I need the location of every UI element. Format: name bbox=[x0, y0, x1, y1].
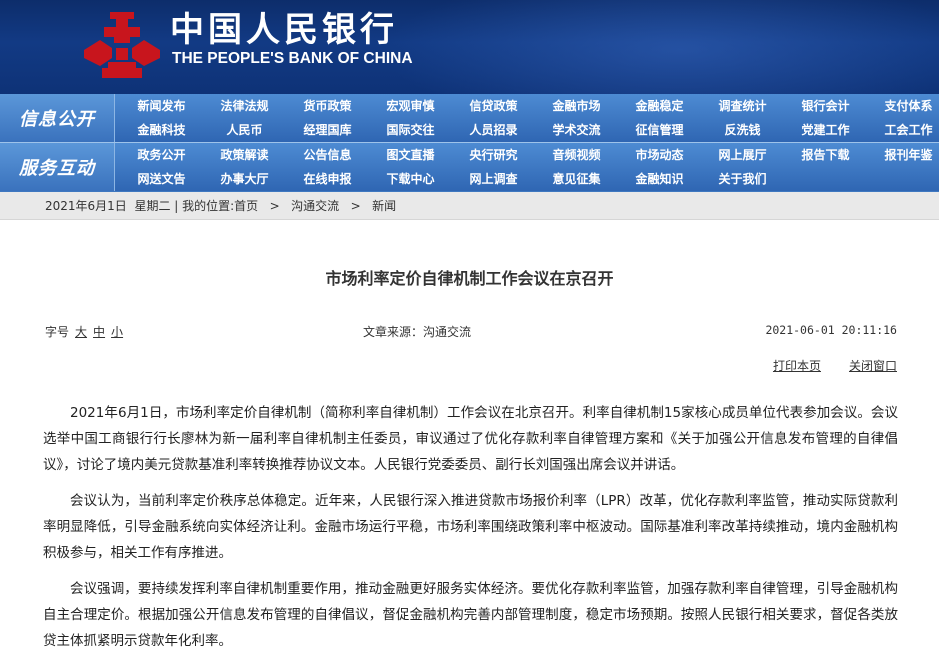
nav-link[interactable]: 办事大厅 bbox=[203, 167, 286, 191]
nav-link[interactable]: 网上调查 bbox=[452, 167, 535, 191]
article-meta: 字号大中小 文章来源：沟通交流 2021-06-01 20:11:16 bbox=[45, 323, 897, 341]
nav-link[interactable]: 网送文告 bbox=[120, 167, 203, 191]
close-window-link[interactable]: 关闭窗口 bbox=[849, 359, 897, 373]
nav-link[interactable]: 在线申报 bbox=[286, 167, 369, 191]
article-paragraph: 会议认为，当前利率定价秩序总体稳定。近年来，人民银行深入推进贷款市场报价利率（L… bbox=[43, 493, 898, 561]
nav-link[interactable]: 支付体系 bbox=[867, 94, 939, 118]
nav-link[interactable]: 央行研究 bbox=[452, 143, 535, 167]
nav-link[interactable]: 报告下载 bbox=[784, 143, 867, 167]
print-page-link[interactable]: 打印本页 bbox=[773, 359, 821, 373]
font-size-large-link[interactable]: 大 bbox=[75, 325, 87, 339]
header-glow bbox=[380, 0, 939, 94]
nav-section-service-interaction: 服务互动 政务公开 政策解读 公告信息 图文直播 央行研究 音频视频 市场动态 … bbox=[0, 143, 939, 191]
nav-link[interactable]: 经理国库 bbox=[286, 118, 369, 142]
article-paragraph: 会议强调，要持续发挥利率自律机制重要作用，推动金融更好服务实体经济。要优化存款利… bbox=[43, 581, 898, 649]
nav-link[interactable]: 法律法规 bbox=[203, 94, 286, 118]
nav-link[interactable]: 金融科技 bbox=[120, 118, 203, 142]
pboc-emblem-icon[interactable] bbox=[82, 10, 162, 82]
font-size-medium-link[interactable]: 中 bbox=[93, 325, 105, 339]
nav-link[interactable]: 银行会计 bbox=[784, 94, 867, 118]
nav-link[interactable]: 政策解读 bbox=[203, 143, 286, 167]
nav-link[interactable]: 学术交流 bbox=[535, 118, 618, 142]
nav-link[interactable]: 调查统计 bbox=[701, 94, 784, 118]
current-date: 2021年6月1日 星期二 bbox=[45, 199, 171, 213]
nav-row: 网送文告 办事大厅 在线申报 下载中心 网上调查 意见征集 金融知识 关于我们 bbox=[120, 167, 784, 191]
nav-link[interactable]: 意见征集 bbox=[535, 167, 618, 191]
nav-link[interactable]: 金融知识 bbox=[618, 167, 701, 191]
breadcrumb: 2021年6月1日 星期二 | 我的位置:首页 > 沟通交流 > 新闻 bbox=[0, 192, 939, 220]
nav-section-label: 服务互动 bbox=[0, 143, 115, 191]
nav-link[interactable]: 报刊年鉴 bbox=[867, 143, 939, 167]
nav-link[interactable]: 金融市场 bbox=[535, 94, 618, 118]
nav-link[interactable]: 新闻发布 bbox=[120, 94, 203, 118]
font-size-label: 字号 bbox=[45, 325, 70, 339]
article-date: 2021-06-01 20:11:16 bbox=[765, 323, 897, 337]
logo-chinese-text: 中国人民银行 bbox=[170, 10, 398, 50]
main-navigation: 信息公开 新闻发布 法律法规 货币政策 宏观审慎 信贷政策 金融市场 金融稳定 … bbox=[0, 94, 939, 192]
nav-link[interactable]: 人民币 bbox=[203, 118, 286, 142]
nav-link[interactable]: 金融稳定 bbox=[618, 94, 701, 118]
breadcrumb-news-link[interactable]: 新闻 bbox=[372, 199, 396, 213]
breadcrumb-separator: > bbox=[339, 199, 373, 213]
article-body: 2021年6月1日，市场利率定价自律机制（简称利率自律机制）工作会议在北京召开。… bbox=[43, 400, 898, 657]
site-header: 中国人民银行 THE PEOPLE'S BANK OF CHINA bbox=[0, 0, 939, 94]
nav-link[interactable]: 征信管理 bbox=[618, 118, 701, 142]
nav-link[interactable]: 工会工作 bbox=[867, 118, 939, 142]
nav-link[interactable]: 音频视频 bbox=[535, 143, 618, 167]
nav-link[interactable]: 公告信息 bbox=[286, 143, 369, 167]
nav-section-label: 信息公开 bbox=[0, 94, 115, 142]
nav-link[interactable]: 货币政策 bbox=[286, 94, 369, 118]
nav-link[interactable]: 图文直播 bbox=[369, 143, 452, 167]
nav-row: 政务公开 政策解读 公告信息 图文直播 央行研究 音频视频 市场动态 网上展厅 … bbox=[120, 143, 939, 167]
nav-link[interactable]: 党建工作 bbox=[784, 118, 867, 142]
nav-link[interactable]: 下载中心 bbox=[369, 167, 452, 191]
breadcrumb-separator: | bbox=[170, 199, 183, 213]
article-title: 市场利率定价自律机制工作会议在京召开 bbox=[325, 269, 614, 288]
breadcrumb-separator: > bbox=[258, 199, 292, 213]
article-paragraph: 2021年6月1日，市场利率定价自律机制（简称利率自律机制）工作会议在北京召开。… bbox=[43, 405, 898, 473]
breadcrumb-communication-link[interactable]: 沟通交流 bbox=[291, 199, 339, 213]
nav-link[interactable]: 市场动态 bbox=[618, 143, 701, 167]
nav-link[interactable]: 信贷政策 bbox=[452, 94, 535, 118]
nav-link[interactable]: 国际交往 bbox=[369, 118, 452, 142]
logo-english-text: THE PEOPLE'S BANK OF CHINA bbox=[172, 50, 413, 67]
font-size-small-link[interactable]: 小 bbox=[111, 325, 123, 339]
nav-section-info-disclosure: 信息公开 新闻发布 法律法规 货币政策 宏观审慎 信贷政策 金融市场 金融稳定 … bbox=[0, 94, 939, 142]
location-label: 我的位置: bbox=[182, 199, 235, 213]
nav-link[interactable]: 反洗钱 bbox=[701, 118, 784, 142]
breadcrumb-home-link[interactable]: 首页 bbox=[234, 199, 258, 213]
nav-link[interactable]: 宏观审慎 bbox=[369, 94, 452, 118]
nav-row: 新闻发布 法律法规 货币政策 宏观审慎 信贷政策 金融市场 金融稳定 调查统计 … bbox=[120, 94, 939, 118]
article-tools: 打印本页 关闭窗口 bbox=[745, 357, 897, 374]
nav-row: 金融科技 人民币 经理国库 国际交往 人员招录 学术交流 征信管理 反洗钱 党建… bbox=[120, 118, 939, 142]
nav-link[interactable]: 政务公开 bbox=[120, 143, 203, 167]
nav-link[interactable]: 人员招录 bbox=[452, 118, 535, 142]
nav-link[interactable]: 网上展厅 bbox=[701, 143, 784, 167]
article-source: 文章来源：沟通交流 bbox=[363, 325, 472, 339]
font-size-selector: 字号大中小 bbox=[45, 323, 123, 340]
nav-link[interactable]: 关于我们 bbox=[701, 167, 784, 191]
